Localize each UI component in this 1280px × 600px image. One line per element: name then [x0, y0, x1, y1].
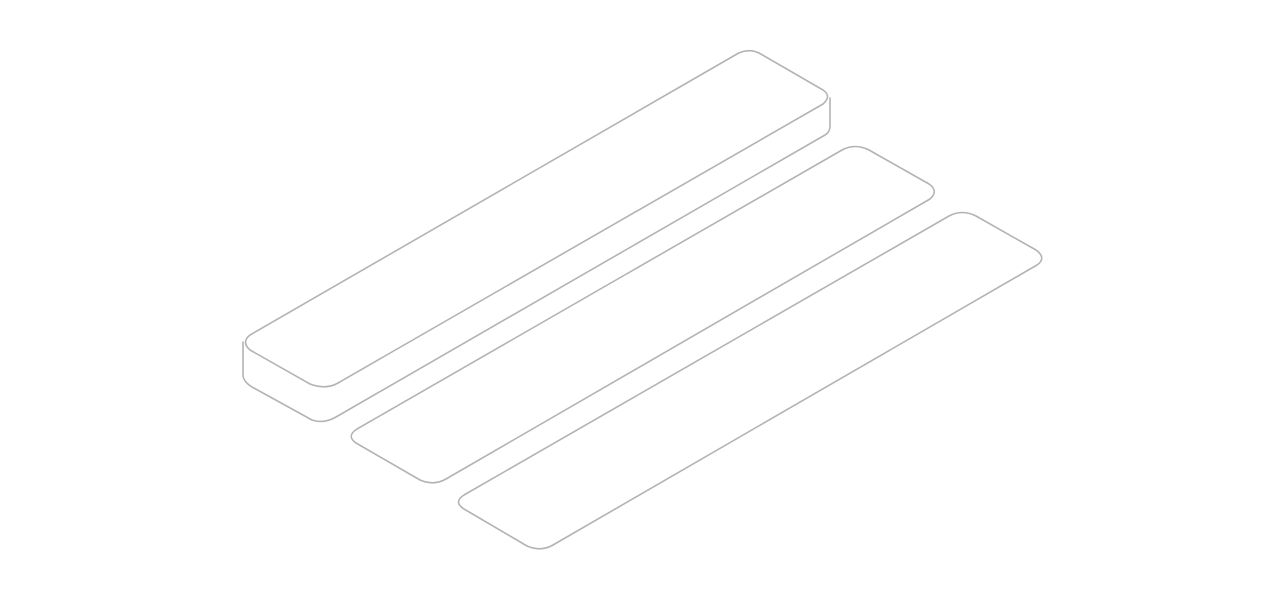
- diagram-canvas: [0, 0, 1280, 600]
- raised-bar: [242, 49, 831, 423]
- raised-bar-side-face: [242, 97, 831, 423]
- flat-bar-middle: [350, 145, 936, 484]
- isometric-bars-illustration: [242, 49, 1043, 550]
